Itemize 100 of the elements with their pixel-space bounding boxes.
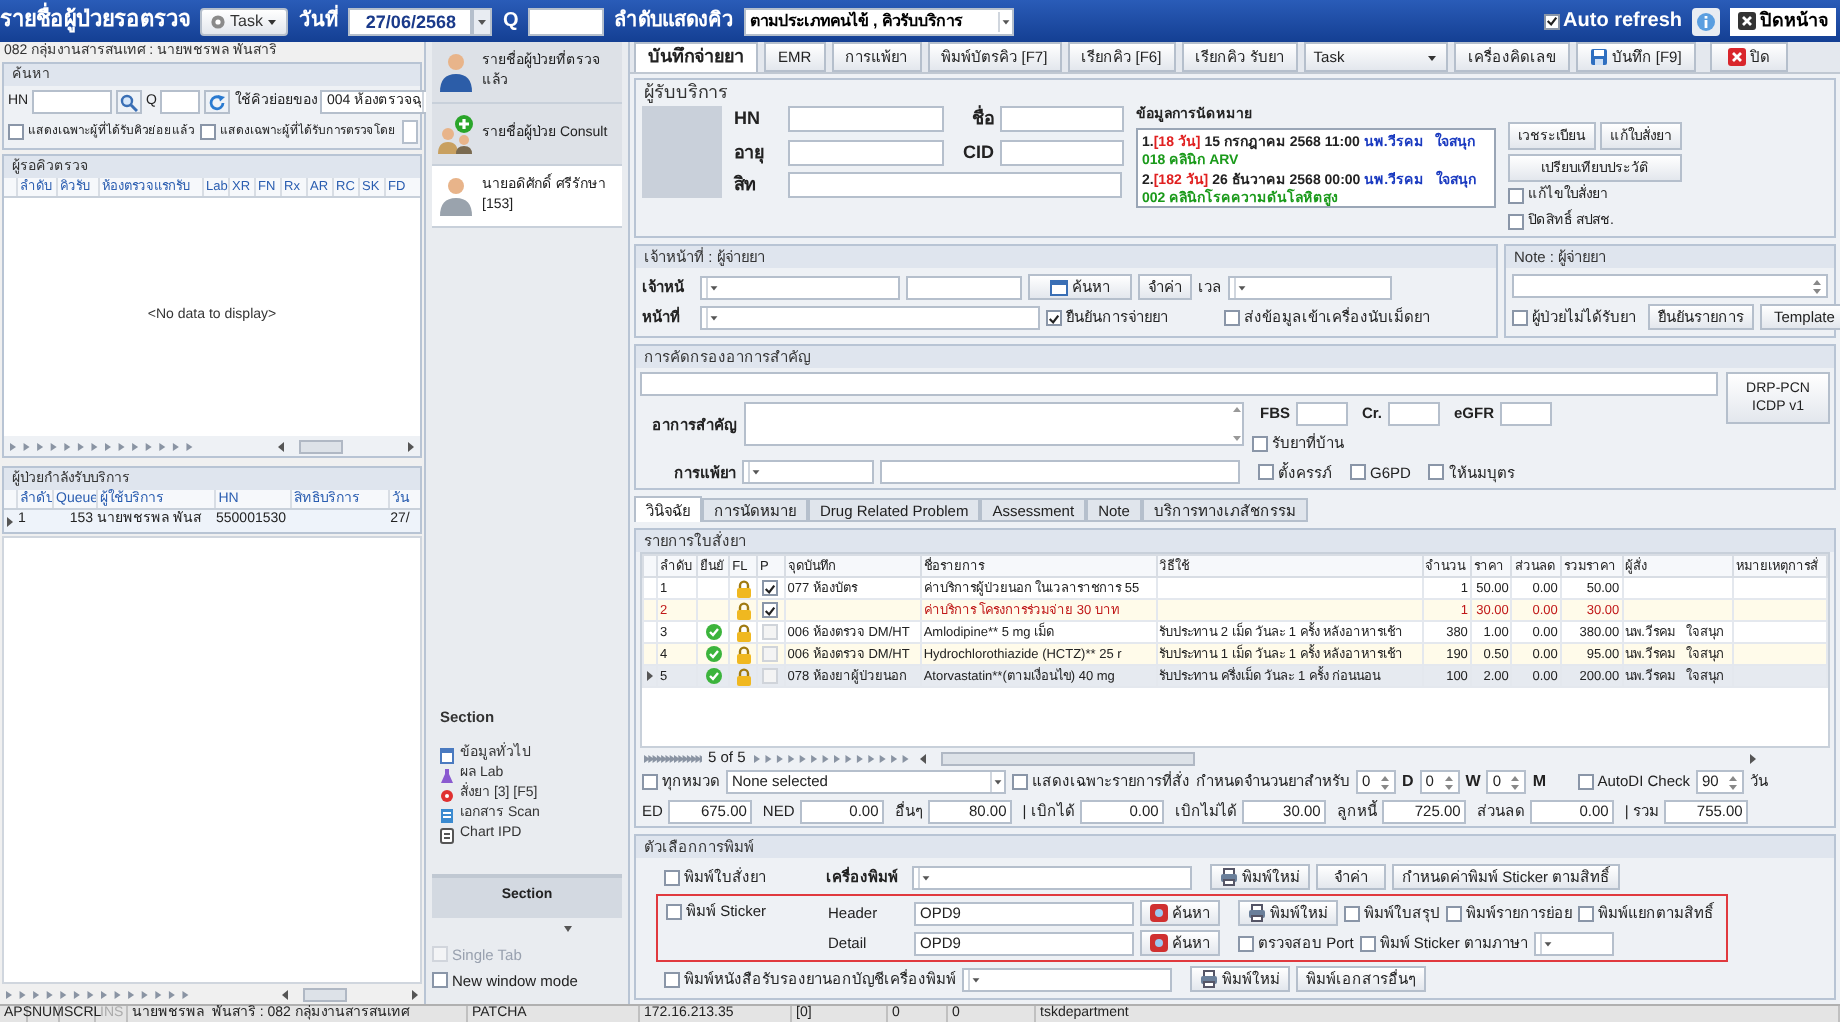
caret-icon xyxy=(266,15,279,27)
dropdown[interactable] xyxy=(1533,931,1614,955)
checkbox[interactable] xyxy=(664,971,680,987)
input-field[interactable] xyxy=(640,372,1718,396)
checkbox[interactable] xyxy=(1350,464,1366,481)
search-button[interactable] xyxy=(116,90,142,114)
search-icon xyxy=(120,93,138,111)
field-label: Q xyxy=(502,8,519,36)
field-label: M xyxy=(1532,770,1547,794)
checkbox-label: Auto refresh xyxy=(1563,8,1682,36)
caret-icon xyxy=(748,462,762,483)
checkbox[interactable] xyxy=(762,602,779,619)
checkbox[interactable] xyxy=(1252,435,1268,452)
field-label: ลำดับแสดงคิว xyxy=(614,7,735,36)
caret-icon xyxy=(918,867,932,887)
checkbox[interactable] xyxy=(432,972,448,989)
checkbox[interactable] xyxy=(1508,213,1524,230)
checkbox[interactable] xyxy=(666,903,682,920)
caret-icon xyxy=(1234,277,1248,297)
spin-icon xyxy=(1510,773,1521,791)
input-field[interactable] xyxy=(1000,139,1124,166)
field-label: อายุ xyxy=(734,139,766,166)
dropdown[interactable] xyxy=(962,967,1172,991)
pill-icon xyxy=(440,787,454,803)
input-field[interactable] xyxy=(1000,106,1124,133)
clipboard-icon xyxy=(440,827,454,843)
close-icon xyxy=(1738,12,1756,30)
date-field[interactable]: 27/06/2568 xyxy=(348,7,473,35)
checkbox[interactable] xyxy=(1344,905,1360,921)
doctor-icon xyxy=(438,52,474,92)
caret-icon xyxy=(706,308,720,328)
document-icon xyxy=(440,747,454,763)
dropdown[interactable] xyxy=(700,275,900,299)
checkbox[interactable] xyxy=(1359,935,1376,951)
checkbox[interactable] xyxy=(1577,774,1594,790)
caret-icon xyxy=(998,11,1013,31)
input-field[interactable] xyxy=(788,139,944,166)
input-field[interactable] xyxy=(1388,402,1441,426)
checkbox[interactable] xyxy=(1258,464,1274,481)
dropdown[interactable] xyxy=(742,460,874,485)
text-area[interactable] xyxy=(744,402,1244,446)
input-field[interactable] xyxy=(160,90,201,114)
input-field[interactable] xyxy=(788,172,1122,199)
task-button[interactable]: Task xyxy=(200,7,289,35)
caret-icon xyxy=(476,15,489,27)
input-field[interactable] xyxy=(402,120,418,144)
gear-icon xyxy=(210,13,226,29)
checkbox[interactable] xyxy=(1508,188,1524,205)
person-icon xyxy=(438,176,474,216)
info-icon xyxy=(1696,11,1716,31)
input-field[interactable] xyxy=(1296,402,1348,426)
checkbox[interactable] xyxy=(200,124,216,140)
caret-icon xyxy=(990,772,1004,792)
search-icon xyxy=(1150,904,1168,922)
caret-icon xyxy=(968,969,982,989)
refresh-button[interactable] xyxy=(204,90,231,114)
window-title: รายชื่อผู้ป่วยรอตรวจ xyxy=(0,4,190,38)
field-label: ชื่อ xyxy=(970,106,994,132)
input-field[interactable] xyxy=(1500,402,1553,426)
input-field[interactable] xyxy=(880,460,1240,485)
consult-icon xyxy=(438,114,474,154)
checkbox[interactable] xyxy=(1578,905,1594,921)
photo-placeholder xyxy=(642,106,722,198)
caret-icon xyxy=(562,923,574,933)
checkbox[interactable] xyxy=(8,124,24,140)
checkbox[interactable] xyxy=(1046,310,1062,326)
checkbox[interactable] xyxy=(664,869,680,885)
checkbox[interactable] xyxy=(1446,905,1462,921)
dropdown[interactable] xyxy=(912,865,1192,889)
input-field[interactable] xyxy=(906,275,1022,299)
checkbox[interactable] xyxy=(1512,309,1528,325)
input-field[interactable] xyxy=(788,106,944,133)
close-screen-button[interactable]: ปิดหน้าจ xyxy=(1730,7,1836,35)
dropdown[interactable] xyxy=(1228,275,1392,299)
field-label: HN xyxy=(734,106,762,132)
printer-icon xyxy=(1220,868,1238,886)
checkbox[interactable] xyxy=(1543,13,1560,29)
printer-icon xyxy=(1248,904,1266,922)
spin-icon xyxy=(1728,773,1738,791)
caret-icon xyxy=(1425,51,1438,63)
checkbox[interactable] xyxy=(642,774,658,790)
calendar-icon xyxy=(1050,278,1068,296)
input-field[interactable] xyxy=(32,90,112,114)
row-indicator-icon xyxy=(5,515,14,527)
checkbox[interactable] xyxy=(1012,774,1028,790)
date-picker-button[interactable] xyxy=(472,7,493,35)
checkbox[interactable] xyxy=(762,580,779,597)
input-field[interactable] xyxy=(528,7,605,35)
tab[interactable]: บันทึกจ่ายยา xyxy=(634,42,758,72)
field-label: สิท xyxy=(734,172,758,198)
field-label: W xyxy=(1465,770,1481,794)
dropdown[interactable]: ตามประเภทคนไข้ , คิวรับบริการ xyxy=(744,7,1015,35)
checkbox[interactable] xyxy=(1238,935,1254,951)
checkbox[interactable] xyxy=(1224,310,1240,326)
input-field[interactable] xyxy=(1512,274,1828,298)
checkbox[interactable] xyxy=(1428,464,1445,481)
search-icon xyxy=(1150,934,1168,952)
spin-icon xyxy=(1443,773,1454,791)
scanned-document-icon xyxy=(440,807,454,823)
help-button[interactable] xyxy=(1692,7,1720,35)
